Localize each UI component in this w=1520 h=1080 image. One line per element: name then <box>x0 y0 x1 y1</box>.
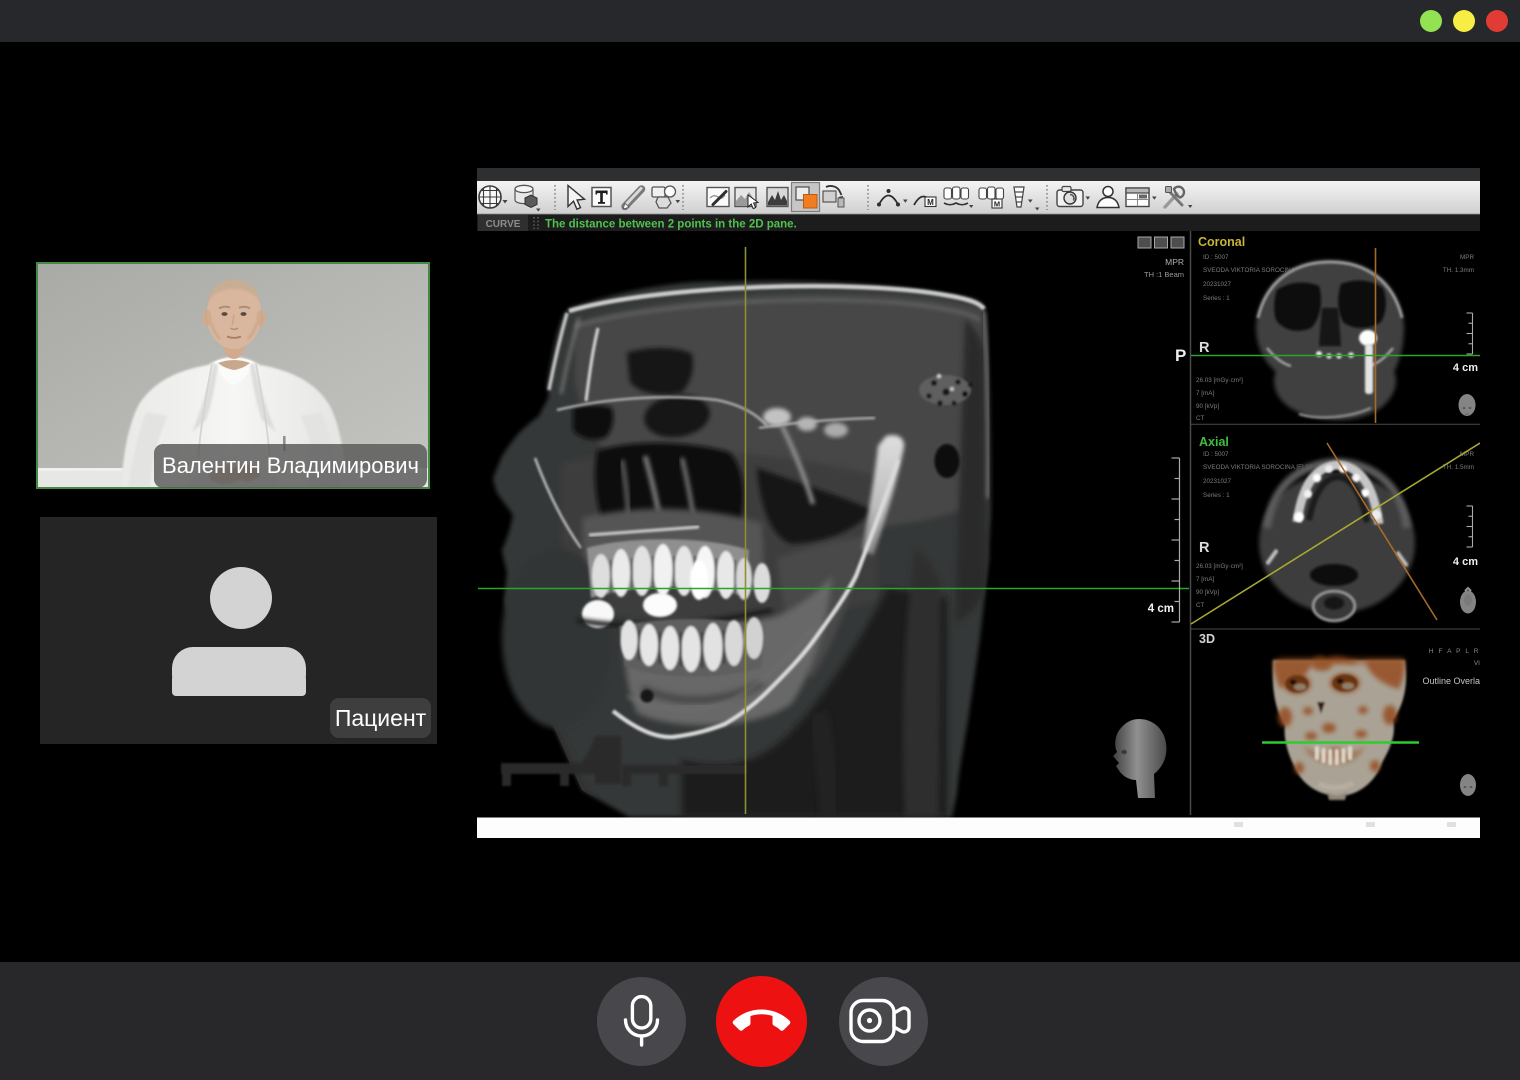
svg-text:CT: CT <box>1196 415 1205 422</box>
svg-text:MPR: MPR <box>1460 254 1474 261</box>
svg-text:7 [mA]: 7 [mA] <box>1196 576 1214 583</box>
svg-text:20231027: 20231027 <box>1203 478 1232 485</box>
svg-text:R: R <box>1199 340 1210 356</box>
svg-text:MPR: MPR <box>1165 257 1184 267</box>
svg-text:TH. 1.3mm: TH. 1.3mm <box>1443 267 1474 274</box>
svg-text:Series : 1: Series : 1 <box>1203 492 1230 499</box>
svg-text:20231027: 20231027 <box>1203 281 1232 288</box>
svg-text:Outline Overla: Outline Overla <box>1422 676 1480 686</box>
svg-text:VI: VI <box>1474 660 1480 667</box>
svg-text:90 [kVp]: 90 [kVp] <box>1196 589 1219 596</box>
svg-text:TH. 1.5mm: TH. 1.5mm <box>1443 464 1474 471</box>
svg-text:3D: 3D <box>1199 632 1215 646</box>
svg-text:CURVE: CURVE <box>486 219 521 230</box>
svg-text:ID : 5007: ID : 5007 <box>1203 254 1229 261</box>
svg-text:26.03 [mGy·cm²]: 26.03 [mGy·cm²] <box>1196 377 1243 384</box>
svg-text:4 cm: 4 cm <box>1453 556 1478 568</box>
svg-text:Series : 1: Series : 1 <box>1203 295 1230 302</box>
svg-text:TH :1 Beam: TH :1 Beam <box>1144 270 1184 279</box>
svg-text:Axial: Axial <box>1199 435 1229 449</box>
svg-text:P: P <box>1175 346 1186 365</box>
svg-text:H F A P L R: H F A P L R <box>1429 648 1480 655</box>
svg-text:M: M <box>994 200 1000 209</box>
svg-text:90 [kVp]: 90 [kVp] <box>1196 403 1219 410</box>
svg-text:4 cm: 4 cm <box>1453 362 1478 374</box>
svg-text:26.03 [mGy·cm²]: 26.03 [mGy·cm²] <box>1196 563 1243 570</box>
svg-text:The distance between 2 points: The distance between 2 points in the 2D … <box>545 219 797 231</box>
svg-text:7 [mA]: 7 [mA] <box>1196 390 1214 397</box>
svg-text:Coronal: Coronal <box>1198 235 1245 249</box>
svg-text:M: M <box>927 198 934 207</box>
svg-text:R: R <box>1199 540 1210 556</box>
svg-text:4 cm: 4 cm <box>1148 603 1174 615</box>
svg-text:ID : 5007: ID : 5007 <box>1203 451 1229 458</box>
svg-text:CT: CT <box>1196 602 1205 609</box>
